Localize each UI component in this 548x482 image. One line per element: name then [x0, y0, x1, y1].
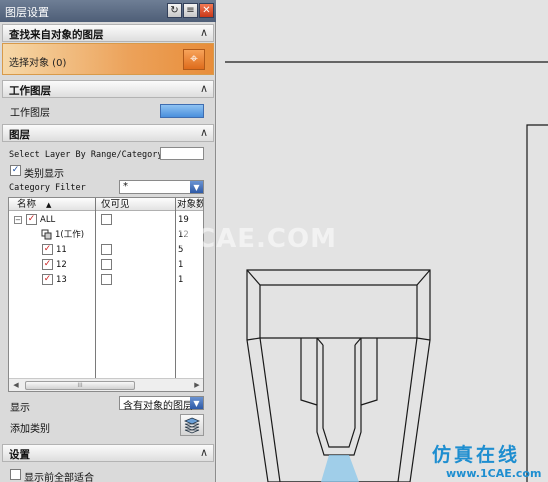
layer-visible-checkbox[interactable]: ✓: [42, 274, 53, 285]
refresh-icon[interactable]: ↻: [167, 3, 182, 18]
table-row[interactable]: 1(工作) 12: [9, 228, 203, 243]
section-layers-title: 图层: [9, 129, 30, 141]
select-object-label: 选择对象 (0): [9, 58, 67, 69]
fit-before-display-label: 显示前全部适合: [24, 473, 94, 482]
layer-stack-icon: [183, 417, 201, 434]
graphics-viewport[interactable]: 1CAE.COM: [177, 0, 548, 482]
layer-name: ALL: [40, 215, 56, 225]
work-layer-label: 工作图层: [10, 108, 50, 119]
table-row[interactable]: − ✓ ALL 19: [9, 213, 203, 228]
chevron-down-icon[interactable]: ▼: [190, 181, 203, 193]
column-header-object-count[interactable]: 对象数: [177, 198, 203, 211]
category-filter-value: *: [123, 181, 128, 192]
section-find-header[interactable]: 查找来自对象的图层 ∧: [2, 24, 214, 42]
scrollbar-thumb[interactable]: III: [25, 381, 135, 390]
tree-collapse-icon[interactable]: −: [14, 216, 22, 224]
category-filter-combo[interactable]: * ▼: [119, 180, 204, 194]
layer-name: 11: [56, 245, 67, 255]
chevron-up-icon[interactable]: ∧: [200, 82, 208, 95]
sort-ascending-icon: ▲: [46, 201, 52, 209]
scroll-right-icon[interactable]: ▶: [191, 380, 203, 391]
section-settings-title: 设置: [9, 449, 30, 461]
scroll-left-icon[interactable]: ◀: [10, 380, 22, 391]
watermark-text: 1CAE.COM: [177, 224, 337, 254]
column-header-visible-only[interactable]: 仅可见: [101, 198, 161, 211]
horizontal-scrollbar[interactable]: ◀ III ▶: [9, 378, 203, 391]
layer-visible-checkbox[interactable]: ✓: [42, 244, 53, 255]
chevron-down-icon[interactable]: ▼: [190, 397, 203, 409]
chevron-up-icon[interactable]: ∧: [200, 126, 208, 139]
layer-name: 1(工作): [55, 230, 85, 240]
object-count: 1: [178, 275, 184, 285]
display-filter-value: 含有对象的图层: [123, 401, 193, 412]
layer-icon: [41, 229, 52, 240]
chevron-up-icon[interactable]: ∧: [200, 446, 208, 459]
dialog-title: 图层设置: [5, 6, 49, 19]
layer-visible-checkbox[interactable]: ✓: [26, 214, 37, 225]
table-row[interactable]: ✓ 11 5: [9, 243, 203, 258]
add-category-button[interactable]: [180, 414, 204, 436]
display-label: 显示: [10, 403, 30, 414]
range-category-input[interactable]: [160, 147, 204, 160]
visible-only-checkbox[interactable]: [101, 259, 112, 270]
brand-url: www.1CAE.com: [446, 467, 542, 480]
layer-visible-checkbox[interactable]: ✓: [42, 259, 53, 270]
section-find-title: 查找来自对象的图层: [9, 29, 104, 41]
brand-watermark: 仿真在线 www.1CAE.com: [432, 440, 541, 480]
menu-icon[interactable]: ≡: [183, 3, 198, 18]
visible-only-checkbox[interactable]: [101, 244, 112, 255]
crosshair-icon[interactable]: ⌖: [183, 49, 205, 70]
category-display-label: 类别显示: [24, 169, 64, 180]
brand-name: 仿真在线: [432, 444, 521, 466]
category-filter-label: Category Filter: [9, 183, 86, 193]
work-layer-field[interactable]: [160, 104, 204, 118]
object-count: 1: [178, 260, 184, 270]
dialog-titlebar: 图层设置 ↻ ≡ ✕: [0, 0, 216, 22]
section-layers-header[interactable]: 图层 ∧: [2, 124, 214, 142]
layer-name: 13: [56, 275, 67, 285]
add-category-label: 添加类别: [10, 424, 50, 435]
column-header-name[interactable]: 名称 ▲: [17, 198, 77, 211]
display-filter-combo[interactable]: 含有对象的图层 ▼: [119, 396, 204, 412]
visible-only-checkbox[interactable]: [101, 214, 112, 225]
visible-only-checkbox[interactable]: [101, 274, 112, 285]
layer-name: 12: [56, 260, 67, 270]
section-work-title: 工作图层: [9, 85, 51, 97]
layer-table: 名称 ▲ 仅可见 对象数 − ✓ ALL 19 1(工作) 12 ✓ 11 5 …: [8, 197, 204, 392]
chevron-up-icon[interactable]: ∧: [200, 26, 208, 39]
section-work-header[interactable]: 工作图层 ∧: [2, 80, 214, 98]
fit-before-display-checkbox[interactable]: [10, 469, 21, 480]
range-category-label: Select Layer By Range/Category: [9, 150, 163, 160]
table-row[interactable]: ✓ 12 1: [9, 258, 203, 273]
table-row[interactable]: ✓ 13 1: [9, 273, 203, 288]
category-display-checkbox[interactable]: ✓: [10, 165, 21, 176]
close-icon[interactable]: ✕: [199, 3, 214, 18]
select-object-row[interactable]: 选择对象 (0) ⌖: [2, 43, 214, 75]
section-settings-header[interactable]: 设置 ∧: [2, 444, 214, 462]
